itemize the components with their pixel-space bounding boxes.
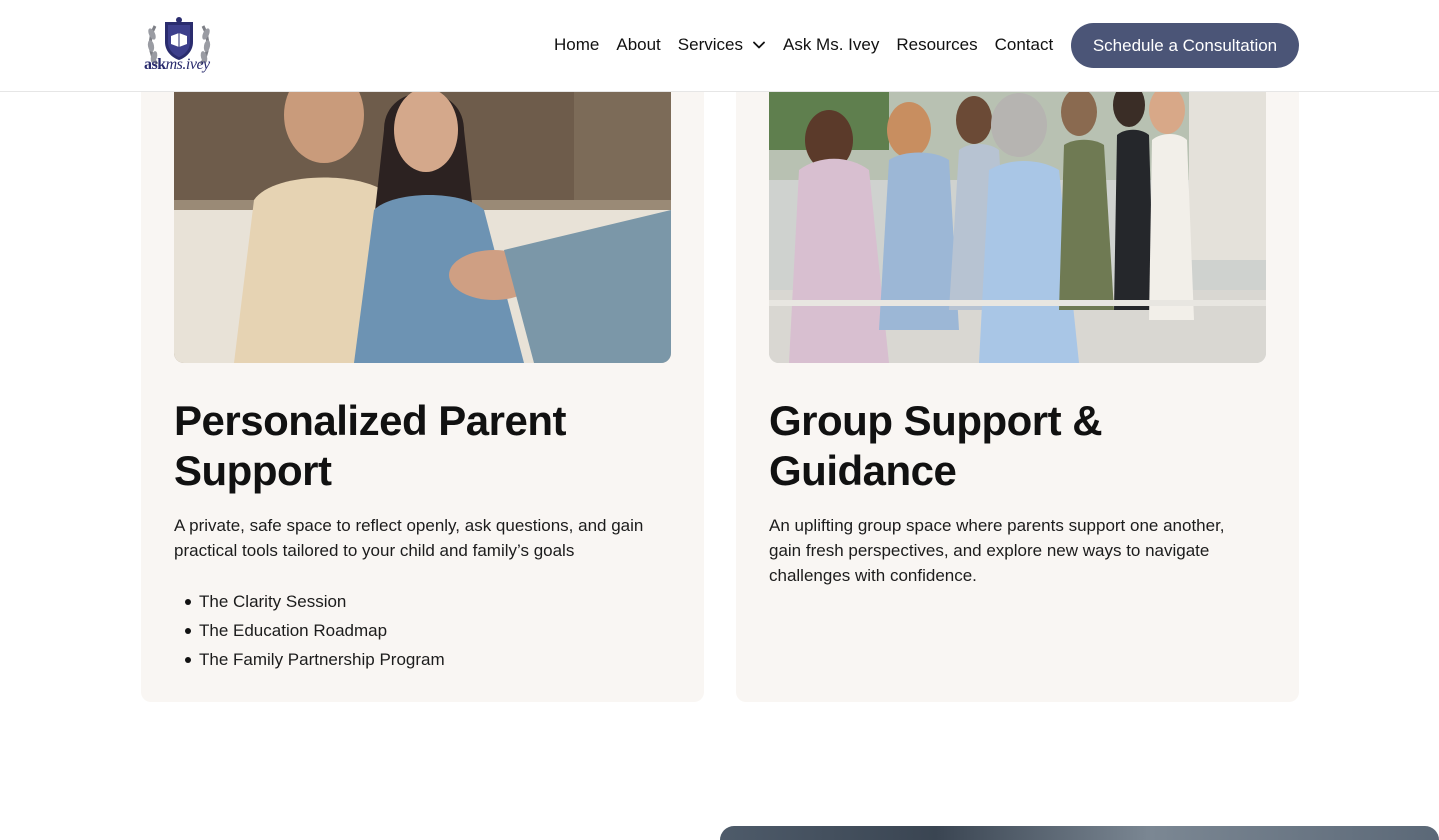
service-card-personalized: Personalized Parent Support A private, s… (141, 60, 704, 702)
schedule-consultation-button[interactable]: Schedule a Consultation (1071, 23, 1299, 68)
next-section-photo (720, 826, 1439, 840)
parents-handshake-photo (174, 60, 671, 363)
nav-resources[interactable]: Resources (896, 34, 977, 56)
card-title: Personalized Parent Support (174, 397, 566, 494)
logo-wordmark-light: ms.ivey (165, 56, 211, 73)
list-item: The Clarity Session (174, 587, 664, 616)
nav-services-label: Services (677, 35, 743, 54)
nav-ask-ms-ivey[interactable]: Ask Ms. Ivey (783, 34, 879, 56)
group-support-photo (769, 60, 1266, 363)
logo-wordmark[interactable]: askms.ivey (144, 56, 210, 74)
card-description: A private, safe space to reflect openly,… (174, 516, 644, 560)
list-item: The Education Roadmap (174, 616, 664, 645)
site-header: askms.ivey Home About Services Ask Ms. I… (0, 0, 1439, 92)
main-nav: Home About Services Ask Ms. Ivey Resourc… (554, 34, 1070, 56)
service-list: The Clarity Session The Education Roadma… (174, 587, 664, 674)
nav-services[interactable]: Services (678, 34, 766, 56)
list-item: The Family Partnership Program (174, 645, 664, 674)
nav-contact[interactable]: Contact (995, 34, 1054, 56)
card-title: Group Support & Guidance (769, 397, 1103, 494)
service-card-group: Group Support & Guidance An uplifting gr… (736, 60, 1299, 702)
nav-home[interactable]: Home (554, 34, 599, 56)
logo-wordmark-bold: ask (144, 56, 166, 73)
chevron-down-icon (753, 41, 765, 49)
card-description: An uplifting group space where parents s… (769, 516, 1225, 585)
nav-about[interactable]: About (616, 34, 660, 56)
